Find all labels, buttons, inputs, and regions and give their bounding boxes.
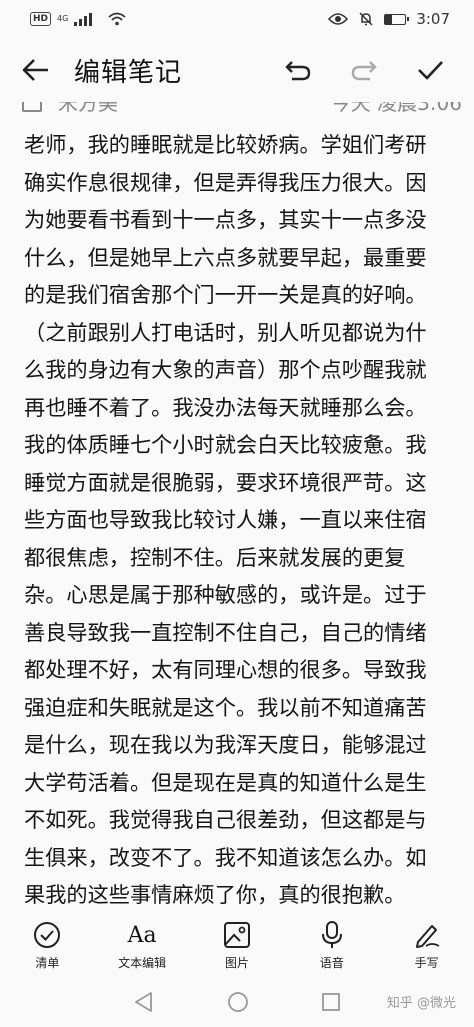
note-line: 都很焦虑，控制不住。后来就发展的更复: [24, 544, 406, 570]
note-line: 老师，我的睡眠就是比较娇病。学姐们考研: [24, 132, 427, 157]
note-content[interactable]: 宋方美 今天 凌晨3:06 老师，我的睡眠就是比较娇病。学姐们考研 确实作息很规律…: [0, 102, 474, 914]
note-line: 不如死。我觉得我自己很差劲，但这都是与: [24, 807, 427, 832]
note-line: 什么，但是她早上六点多就要早起，最重要: [24, 244, 427, 270]
nav-back-icon[interactable]: [133, 991, 155, 1013]
mute-bell-icon: [359, 12, 373, 26]
signal-icon: [74, 13, 93, 26]
nav-buttons: [133, 991, 341, 1013]
battery-icon: [384, 13, 410, 25]
note-line: 生俱来，改变不了。我不知道该怎么办。如: [24, 844, 427, 870]
note-line: （之前跟别人打电话时，别人听见都说为什: [24, 319, 427, 345]
note-line: 果我的这些事情麻烦了你，真的很抱歉。: [24, 882, 406, 907]
bottom-toolbar: 清单 Aa 文本编辑 图片 语音 手写: [0, 914, 474, 976]
note-line: 确实作息很规律，但是弄得我压力很大。因: [24, 169, 427, 195]
page-title: 编辑笔记: [74, 57, 183, 88]
nav-home-icon[interactable]: [227, 991, 249, 1013]
check-icon: [418, 61, 443, 80]
wifi-icon: [108, 12, 126, 26]
note-timestamp: 今天 凌晨3:06: [330, 102, 462, 115]
note-line: 都处理不好，太有同理心想的很多。导致我: [24, 657, 427, 682]
confirm-button[interactable]: [406, 46, 454, 94]
text-format-label: 文本编辑: [118, 956, 167, 970]
status-right: 3:07: [328, 10, 450, 28]
note-line: 杂。心思是属于那种敏感的，或许是。过于: [24, 582, 427, 607]
nav-recents-icon[interactable]: [321, 992, 341, 1012]
watermark: 知乎 @微光: [386, 996, 456, 1011]
note-body-text[interactable]: 老师，我的睡眠就是比较娇病。学姐们考研 确实作息很规律，但是弄得我压力很大。因 为她…: [24, 126, 454, 914]
handwriting-label: 手写: [414, 956, 439, 970]
note-line: 善良导致我一直控制不住自己，自己的情绪: [24, 619, 427, 645]
checklist-button[interactable]: 清单: [2, 919, 92, 971]
redo-button[interactable]: [340, 46, 388, 94]
note-line: 些方面也导致我比较讨人嫌，一直以来住宿: [24, 507, 427, 532]
hd-badge: HD: [30, 12, 52, 26]
note-category: 宋方美: [58, 102, 118, 115]
folder-icon: [22, 102, 42, 112]
image-icon: [223, 919, 251, 951]
note-line: 的是我们宿舍那个门一开一关是真的好响。: [24, 282, 427, 307]
voice-button[interactable]: 语音: [287, 919, 377, 971]
text-format-button[interactable]: Aa 文本编辑: [97, 919, 187, 971]
back-button[interactable]: [12, 46, 60, 94]
text-format-icon: Aa: [127, 922, 157, 948]
note-line: 再也睡不着了。我没办法每天就睡那么会。: [24, 394, 427, 420]
note-line: 是什么，现在我以为我浑天度日，能够混过: [24, 732, 427, 757]
checklist-icon: [32, 919, 62, 951]
status-bar: HD 4G 3:07: [0, 0, 474, 38]
note-line: 强迫症和失眠就是这个。我以前不知道痛苦: [24, 694, 427, 720]
note-line: 大学苟活着。但是现在是真的知道什么是生: [24, 769, 427, 795]
voice-label: 语音: [319, 956, 344, 970]
undo-icon: [285, 61, 311, 81]
note-line: 睡觉方面就是很脆弱，要求环境很严苛。这: [24, 469, 427, 495]
battery-level: [385, 14, 393, 24]
eye-icon: [328, 13, 349, 25]
image-label: 图片: [224, 956, 249, 970]
redo-icon: [351, 61, 377, 81]
note-line: 为她要看书看到十一点多，其实十一点多没: [24, 207, 427, 232]
editor-toolbar: 编辑笔记: [0, 38, 474, 102]
status-left: HD 4G: [30, 12, 126, 26]
note-meta-row: 宋方美 今天 凌晨3:06: [22, 102, 462, 116]
signal-label: 4G: [57, 14, 69, 23]
note-meta-left: 宋方美: [22, 102, 118, 116]
clock: 3:07: [416, 10, 450, 28]
note-line: 我的体质睡七个小时就会白天比较疲惫。我: [24, 432, 427, 457]
image-button[interactable]: 图片: [192, 919, 282, 971]
handwriting-button[interactable]: 手写: [382, 919, 472, 971]
back-arrow-icon: [22, 59, 48, 81]
note-line: 么我的身边有大象的声音）那个点吵醒我就: [24, 357, 427, 382]
toolbar-actions: [274, 46, 454, 94]
checklist-label: 清单: [35, 956, 60, 970]
microphone-icon: [319, 919, 345, 951]
handwriting-icon: [412, 919, 442, 951]
undo-button[interactable]: [274, 46, 322, 94]
